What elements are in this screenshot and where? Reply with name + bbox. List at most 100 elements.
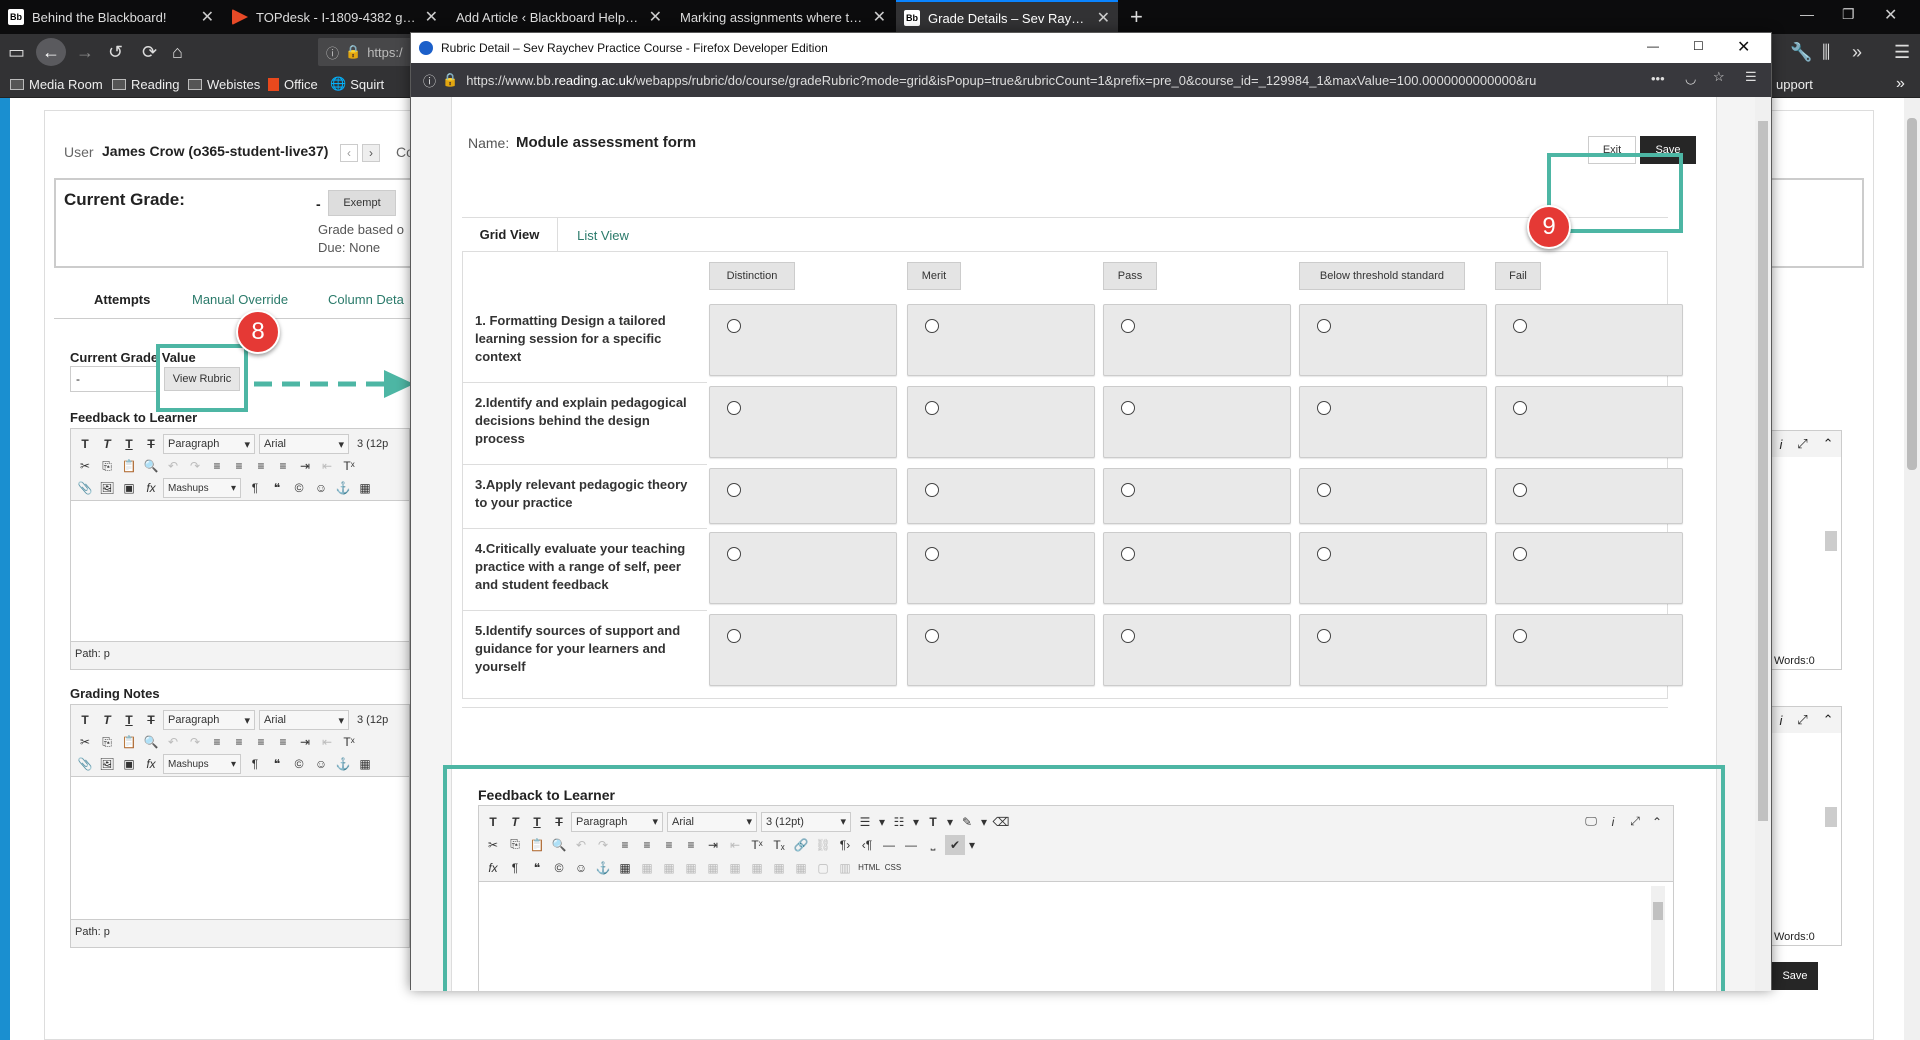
editor-body[interactable]	[71, 777, 409, 919]
radio-button[interactable]	[727, 319, 741, 333]
tab-grid-view[interactable]: Grid View	[462, 217, 558, 251]
bold-icon[interactable]: T	[75, 434, 95, 454]
tools-icon[interactable]: 🔧	[1790, 34, 1812, 70]
radio-button[interactable]	[1121, 319, 1135, 333]
browser-tab-behind-the-blackboard[interactable]: Bb Behind the Blackboard! ✕	[0, 0, 222, 34]
editor-body[interactable]	[71, 501, 409, 641]
radio-button[interactable]	[1513, 401, 1527, 415]
bookmark-squirt[interactable]: 🌐 Squirt	[330, 70, 384, 98]
font-select[interactable]: Arial ▾	[259, 434, 349, 454]
align-right-icon[interactable]: ≡	[251, 732, 271, 752]
redo-icon[interactable]: ↷	[185, 456, 205, 476]
emoji-icon[interactable]: ☺	[311, 754, 331, 774]
restore-window-icon[interactable]: ❐	[1842, 6, 1855, 23]
reload-icon[interactable]: ⟳	[142, 34, 157, 70]
radio-button[interactable]	[1513, 547, 1527, 561]
media-icon[interactable]: ▣	[119, 754, 139, 774]
radio-button[interactable]	[925, 401, 939, 415]
size-select[interactable]: 3 (12p	[353, 434, 393, 454]
close-tab-icon[interactable]: ✕	[425, 7, 438, 27]
grade-value-input[interactable]: -	[70, 366, 160, 392]
redo-icon[interactable]: ↷	[185, 732, 205, 752]
minimize-window-icon[interactable]: —	[1800, 6, 1814, 22]
close-tab-icon[interactable]: ✕	[873, 7, 886, 27]
superscript-icon[interactable]: Tˣ	[339, 456, 359, 476]
quote-icon[interactable]: ❝	[267, 478, 287, 498]
mashups-select[interactable]: Mashups ▾	[163, 478, 241, 498]
overflow-icon[interactable]: »	[1852, 34, 1862, 70]
paste-icon[interactable]: 📋	[119, 732, 139, 752]
radio-button[interactable]	[925, 483, 939, 497]
radio-button[interactable]	[925, 629, 939, 643]
browser-tab-grade-details[interactable]: Bb Grade Details – Sev Raychev Pra ✕	[896, 0, 1118, 34]
size-select[interactable]: 3 (12p	[353, 710, 393, 730]
align-left-icon[interactable]: ≡	[207, 456, 227, 476]
radio-button[interactable]	[925, 319, 939, 333]
bookmark-office[interactable]: Office	[268, 70, 318, 98]
browser-tab-add-article[interactable]: Add Article ‹ Blackboard Help for St ✕	[448, 0, 670, 34]
rubric-cell[interactable]	[907, 386, 1095, 458]
rubric-cell[interactable]	[1495, 614, 1683, 686]
popup-maximize-icon[interactable]: ☐	[1693, 39, 1704, 53]
attach-icon[interactable]: 📎	[75, 754, 95, 774]
tab-list-view[interactable]: List View	[558, 225, 648, 245]
radio-button[interactable]	[1513, 319, 1527, 333]
prev-user-button[interactable]: ‹	[340, 144, 358, 162]
copy-icon[interactable]: ⎘	[97, 456, 117, 476]
formula-icon[interactable]: fx	[141, 754, 161, 774]
radio-button[interactable]	[727, 401, 741, 415]
tab-attempts[interactable]: Attempts	[94, 292, 150, 307]
rubric-cell[interactable]	[1103, 532, 1291, 604]
rubric-cell[interactable]	[1299, 468, 1487, 524]
indent-icon[interactable]: ⇥	[295, 732, 315, 752]
table-icon[interactable]: ▦	[355, 478, 375, 498]
paste-icon[interactable]: 📋	[119, 456, 139, 476]
rubric-cell[interactable]	[1103, 304, 1291, 376]
copy-icon[interactable]: ⎘	[97, 732, 117, 752]
rubric-cell[interactable]	[907, 304, 1095, 376]
radio-button[interactable]	[727, 483, 741, 497]
anchor-icon[interactable]: ⚓	[333, 478, 353, 498]
radio-button[interactable]	[1317, 483, 1331, 497]
copyright-icon[interactable]: ©	[289, 754, 309, 774]
radio-button[interactable]	[925, 547, 939, 561]
sidebar-toggle-icon[interactable]: ▭	[8, 34, 25, 70]
close-tab-icon[interactable]: ✕	[649, 7, 662, 27]
outdent-icon[interactable]: ⇤	[317, 732, 337, 752]
bookmark-star-icon[interactable]: ☆	[1713, 69, 1725, 85]
tab-manual-override[interactable]: Manual Override	[192, 292, 288, 307]
rubric-cell[interactable]	[1299, 614, 1487, 686]
rubric-cell[interactable]	[709, 386, 897, 458]
bookmark-reading[interactable]: Reading	[112, 70, 179, 98]
collapse-icon[interactable]: ⌃	[1823, 436, 1834, 452]
close-tab-icon[interactable]: ✕	[1097, 8, 1110, 28]
home-icon[interactable]: ⌂	[172, 34, 183, 70]
address-bar[interactable]: ⓘ 🔒 https:/	[318, 38, 418, 66]
quote-icon[interactable]: ❝	[267, 754, 287, 774]
page-save-button[interactable]: Save	[1772, 962, 1818, 990]
radio-button[interactable]	[1317, 547, 1331, 561]
rubric-cell[interactable]	[1103, 386, 1291, 458]
new-tab-icon[interactable]: +	[1130, 4, 1143, 30]
rubric-cell[interactable]	[1103, 468, 1291, 524]
radio-button[interactable]	[727, 547, 741, 561]
italic-icon[interactable]: T	[97, 434, 117, 454]
underline-icon[interactable]: T	[119, 710, 139, 730]
back-icon[interactable]: ←	[36, 38, 66, 66]
page-actions-icon[interactable]: •••	[1651, 71, 1665, 86]
table-icon[interactable]: ▦	[355, 754, 375, 774]
popup-url-bar[interactable]: ⓘ 🔒 https://www.bb. reading.ac.uk/webapps…	[411, 63, 1771, 97]
paragraph-mark-icon[interactable]: ¶	[245, 754, 265, 774]
radio-button[interactable]	[1317, 401, 1331, 415]
paragraph-select[interactable]: Paragraph ▾	[163, 710, 255, 730]
rubric-cell[interactable]	[907, 468, 1095, 524]
emoji-icon[interactable]: ☺	[311, 478, 331, 498]
rubric-cell[interactable]	[709, 468, 897, 524]
bookmark-media-room[interactable]: Media Room	[10, 70, 103, 98]
editor-scrollbar-thumb[interactable]	[1825, 531, 1837, 551]
rubric-cell[interactable]	[709, 532, 897, 604]
rubric-cell[interactable]	[907, 614, 1095, 686]
bookmark-webistes[interactable]: Webistes	[188, 70, 260, 98]
radio-button[interactable]	[1121, 547, 1135, 561]
strikethrough-icon[interactable]: T	[141, 710, 161, 730]
